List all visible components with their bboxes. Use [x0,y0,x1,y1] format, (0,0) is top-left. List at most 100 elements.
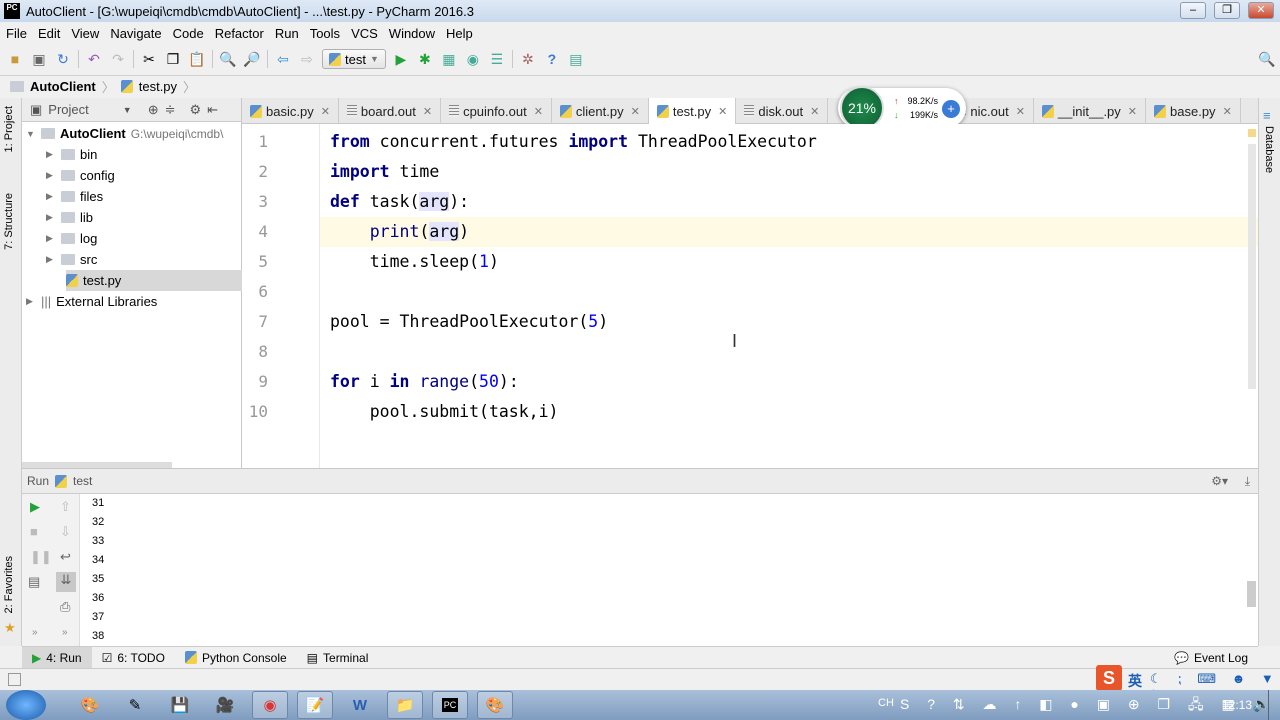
concurrency-icon[interactable]: ☰ [488,50,506,68]
code-line[interactable]: print(arg) [330,217,469,247]
close-tab-icon[interactable]: ✕ [1016,105,1025,118]
copy-icon[interactable]: ❐ [164,50,182,68]
breadcrumb-project[interactable]: AutoClient [30,79,96,94]
menu-file[interactable]: File [6,26,27,41]
tab-disk-out[interactable]: disk.out ✕ [736,98,829,124]
maximize-button[interactable]: ❐ [1214,2,1240,19]
open-folder-icon[interactable]: ■ [6,50,24,68]
collapse-all-icon[interactable]: ≑ [165,102,176,118]
taskbar-app-notepad[interactable]: 📝 [297,691,333,719]
tree-item-files[interactable]: ▶ files [46,186,103,207]
menu-view[interactable]: View [71,26,99,41]
tab-favorites[interactable]: 2: Favorites [3,556,15,613]
menu-navigate[interactable]: Navigate [110,26,161,41]
cut-icon[interactable]: ✂ [140,50,158,68]
debug-icon[interactable]: ✱ [416,50,434,68]
close-tab-icon[interactable]: ✕ [810,105,819,118]
code-line[interactable]: pool.submit(task,i) [330,397,559,427]
replace-icon[interactable]: 🔎 [243,50,261,68]
tool-windows-toggle-icon[interactable] [8,673,21,686]
layout-icon[interactable]: ▤ [28,574,40,590]
find-icon[interactable]: 🔍 [219,50,237,68]
code-line[interactable]: pool = ThreadPoolExecutor(5) [330,307,608,337]
hide-panel-icon[interactable]: ⤓ [1245,474,1250,489]
console-scrollbar[interactable] [1247,581,1256,607]
expand-arrow-icon[interactable]: ▶ [26,296,36,307]
code-line[interactable]: time.sleep(1) [330,247,499,277]
tab-test-py[interactable]: test.py ✕ [648,98,737,124]
more-icon[interactable]: » [62,627,68,638]
forward-icon[interactable]: ⇨ [298,50,316,68]
close-tab-icon[interactable]: ✕ [423,105,432,118]
pause-icon[interactable]: ❚❚ [30,549,52,565]
tab-board-out[interactable]: board.out ✕ [339,98,442,124]
tool-tab-terminal[interactable]: ▤ Terminal [297,647,379,669]
gear-icon[interactable]: ⚙ [190,102,202,118]
code-line[interactable]: import time [330,157,439,187]
tree-item-config[interactable]: ▶ config [46,165,115,186]
scroll-from-source-icon[interactable]: ⊕ [148,102,159,118]
taskbar-app-tool[interactable]: ✎ [117,691,153,719]
close-tab-icon[interactable]: ✕ [718,105,727,118]
expand-arrow-icon[interactable]: ▶ [46,254,56,265]
close-tab-icon[interactable]: ✕ [321,105,330,118]
minimize-button[interactable]: ‒ [1180,2,1206,19]
expand-arrow-icon[interactable]: ▶ [46,212,56,223]
taskbar-app-explorer[interactable]: 📁 [387,691,423,719]
tab-base-py[interactable]: base.py ✕ [1146,98,1241,124]
help-icon[interactable]: ? [543,50,561,68]
rerun-icon[interactable]: ▶ [30,499,40,515]
tree-item-bin[interactable]: ▶ bin [46,144,97,165]
language-indicator[interactable]: CH [878,697,894,709]
run-icon[interactable]: ▶ [392,50,410,68]
undo-icon[interactable]: ↶ [85,50,103,68]
tree-item-src[interactable]: ▶ src [46,249,97,270]
save-icon[interactable]: ▣ [30,50,48,68]
code-line[interactable]: for i in range(50): [330,367,519,397]
tab-structure[interactable]: 7: Structure [3,193,15,250]
menu-refactor[interactable]: Refactor [215,26,264,41]
show-desktop-button[interactable] [1268,690,1280,720]
scroll-to-end-icon[interactable]: ⇊ [56,572,76,592]
taskbar-app-pycharm[interactable]: PC [432,691,468,719]
more-icon[interactable]: » [32,627,38,638]
taskbar-app-chrome[interactable]: ◉ [252,691,288,719]
tree-item-test-py[interactable]: test.py [66,270,242,291]
sogou-ime-icon[interactable]: S [1096,665,1122,691]
tree-item-log[interactable]: ▶ log [46,228,97,249]
expand-arrow-icon[interactable]: ▶ [46,233,56,244]
print-icon[interactable]: ⎙ [60,599,70,615]
close-button[interactable]: ✕ [1248,2,1274,19]
hide-icon[interactable]: ⇤ [207,102,218,118]
tab-basic-py[interactable]: basic.py ✕ [242,98,339,124]
start-button[interactable] [6,690,46,720]
project-view-selector[interactable]: Project [48,102,88,117]
close-tab-icon[interactable]: ✕ [534,105,543,118]
taskbar-app-word[interactable]: W [342,691,378,719]
menu-help[interactable]: Help [446,26,473,41]
system-tray-icons[interactable]: S ? ⇅ ☁ ↑ ◧ ● ▣ ⊕ ❐ 🖧 ▦ 🔊 [900,694,1277,718]
expand-arrow-icon[interactable]: ▶ [46,149,56,160]
inspection-indicator[interactable] [1248,129,1256,137]
taskbar-app-recorder[interactable]: 🎥 [207,691,243,719]
tool-tab-python-console[interactable]: Python Console [175,647,297,669]
stop-icon[interactable]: ■ [30,524,38,539]
code-line[interactable]: from concurrent.futures import ThreadPoo… [330,127,817,157]
tree-external-libraries[interactable]: ▶ ||| External Libraries [26,291,157,312]
menu-tools[interactable]: Tools [310,26,340,41]
back-icon[interactable]: ⇦ [274,50,292,68]
tree-root[interactable]: ▼ AutoClient G:\wupeiqi\cmdb\ [26,123,223,144]
paste-icon[interactable]: 📋 [188,50,206,68]
settings-icon[interactable]: ✲ [519,50,537,68]
taskbar-app-paint2[interactable]: 🎨 [477,691,513,719]
down-arrow-icon[interactable]: ⇩ [60,524,71,540]
vertical-scrollbar[interactable] [1248,144,1256,389]
tree-item-lib[interactable]: ▶ lib [46,207,93,228]
tab---init---py[interactable]: __init__.py ✕ [1034,98,1147,124]
coverage-icon[interactable]: ▦ [440,50,458,68]
menu-code[interactable]: Code [173,26,204,41]
run-config-name[interactable]: test [73,474,92,488]
menu-edit[interactable]: Edit [38,26,60,41]
profile-icon[interactable]: ◉ [464,50,482,68]
chevron-down-icon[interactable]: ▼ [123,105,132,115]
